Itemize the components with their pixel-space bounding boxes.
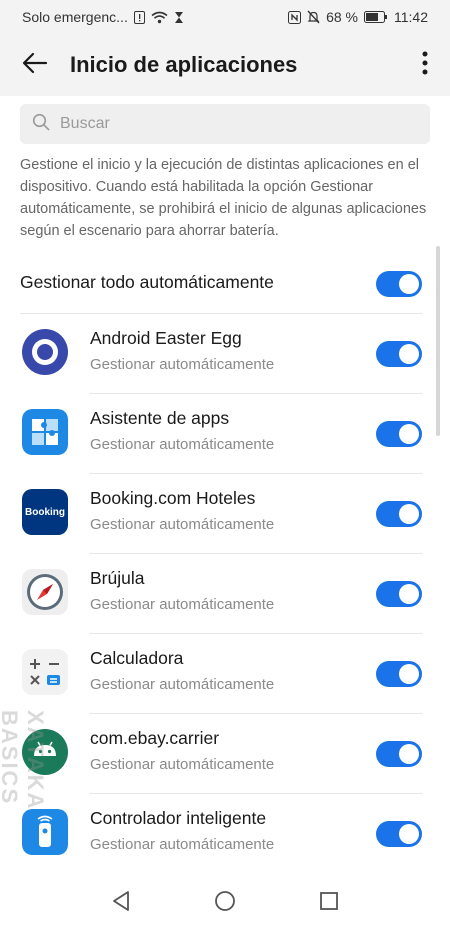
hourglass-icon: [174, 11, 184, 24]
app-bar: Inicio de aplicaciones: [0, 34, 450, 96]
app-status: Gestionar automáticamente: [90, 836, 275, 853]
compass-icon: [22, 569, 68, 615]
more-options-button[interactable]: [400, 34, 450, 96]
puzzle-icon: [22, 409, 68, 455]
status-bar: Solo emergenc... 68 % 11:42: [0, 0, 450, 34]
page-title: Inicio de aplicaciones: [70, 52, 298, 77]
app-toggle[interactable]: [376, 501, 422, 527]
app-toggle[interactable]: [376, 821, 422, 847]
app-toggle[interactable]: [376, 421, 422, 447]
app-name: Booking.com Hoteles: [90, 488, 256, 508]
app-toggle[interactable]: [376, 661, 422, 687]
list-item[interactable]: Booking Booking.com Hoteles Gestionar au…: [0, 474, 450, 554]
search-icon: [32, 113, 50, 136]
app-status: Gestionar automáticamente: [90, 436, 275, 453]
app-name: Asistente de apps: [90, 408, 230, 428]
description-text: Gestione el inicio y la ejecución de dis…: [20, 157, 427, 239]
list-item[interactable]: Android Easter Egg Gestionar automáticam…: [0, 314, 450, 394]
list-item[interactable]: com.ebay.carrier Gestionar automáticamen…: [0, 714, 450, 794]
search-input[interactable]: Buscar: [20, 104, 430, 144]
triangle-back-icon: [111, 890, 131, 917]
master-toggle-label: Gestionar todo automáticamente: [20, 272, 274, 292]
list-item[interactable]: Brújula Gestionar automáticamente: [0, 554, 450, 634]
app-toggle[interactable]: [376, 581, 422, 607]
app-status: Gestionar automáticamente: [90, 756, 275, 773]
navigation-bar: [0, 871, 450, 935]
carrier-text: Solo emergenc...: [22, 9, 128, 25]
app-toggle[interactable]: [376, 341, 422, 367]
nav-recents-button[interactable]: [312, 886, 346, 920]
app-status: Gestionar automáticamente: [90, 596, 275, 613]
app-status: Gestionar automáticamente: [90, 356, 275, 373]
nav-home-button[interactable]: [208, 886, 242, 920]
mute-icon: [307, 10, 320, 24]
nfc-icon: [288, 10, 302, 24]
app-status: Gestionar automáticamente: [90, 516, 275, 533]
list-item[interactable]: Asistente de apps Gestionar automáticame…: [0, 394, 450, 474]
app-name: Calculadora: [90, 648, 184, 668]
wifi-icon: [151, 11, 168, 24]
app-name: com.ebay.carrier: [90, 728, 220, 748]
search-placeholder: Buscar: [60, 115, 110, 132]
back-button[interactable]: [0, 34, 70, 96]
scrollbar[interactable]: [436, 246, 440, 436]
app-name: Brújula: [90, 568, 145, 588]
clock-text: 11:42: [394, 9, 428, 25]
app-status: Gestionar automáticamente: [90, 676, 275, 693]
master-toggle[interactable]: [376, 271, 422, 297]
more-vert-icon: [422, 51, 428, 80]
nav-back-button[interactable]: [104, 886, 138, 920]
sim-alert-icon: [133, 10, 145, 24]
arrow-left-icon: [22, 52, 48, 79]
circle-home-icon: [214, 890, 236, 917]
square-recents-icon: [319, 891, 339, 916]
list-item[interactable]: Controlador inteligente Gestionar automá…: [0, 794, 450, 871]
app-toggle[interactable]: [376, 741, 422, 767]
android-easter-egg-icon: [22, 329, 68, 375]
calculator-icon: [22, 649, 68, 695]
booking-icon: Booking: [22, 489, 68, 535]
app-name: Controlador inteligente: [90, 808, 267, 828]
battery-icon: [364, 11, 388, 23]
battery-percent: 68 %: [326, 9, 358, 25]
content-area: Buscar Gestione el inicio y la ejecución…: [0, 96, 450, 871]
list-item[interactable]: Calculadora Gestionar automáticamente: [0, 634, 450, 714]
app-name: Android Easter Egg: [90, 328, 242, 348]
booking-icon-text: Booking: [25, 506, 65, 518]
